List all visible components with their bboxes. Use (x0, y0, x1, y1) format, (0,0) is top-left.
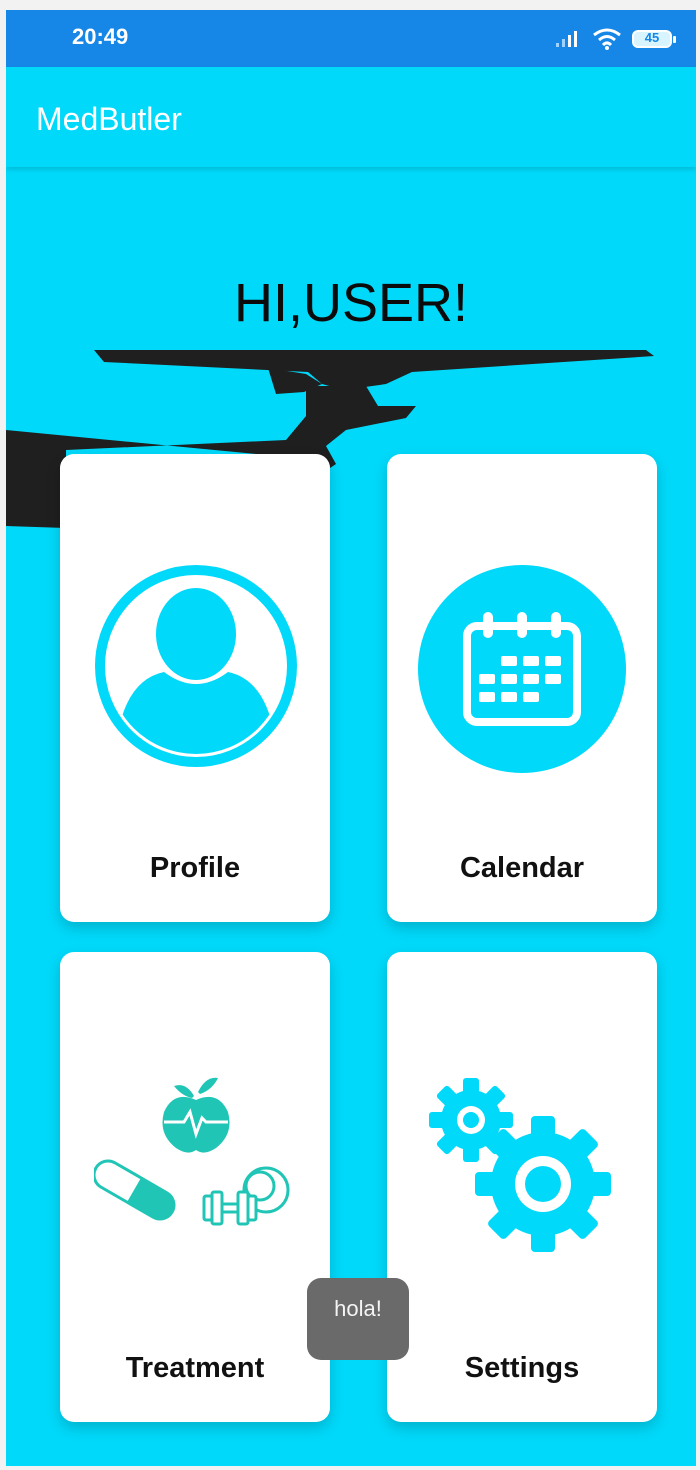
treatment-card[interactable]: Treatment (60, 952, 330, 1422)
profile-label: Profile (149, 852, 241, 884)
settings-label: Settings (464, 1352, 580, 1384)
gears-icon (429, 1078, 611, 1252)
battery-level: 45 (644, 30, 660, 45)
profile-card[interactable]: Profile (60, 454, 330, 922)
calendar-icon (418, 565, 626, 773)
status-time: 20:49 (72, 24, 129, 49)
calendar-card[interactable]: Calendar (387, 454, 657, 922)
status-bar: 20:49 45 (6, 10, 696, 67)
greeting-text: HI,USER! (233, 273, 469, 333)
app-bar: MedButler (6, 67, 696, 167)
treatment-label: Treatment (125, 1352, 265, 1384)
app-title: MedButler (36, 101, 182, 137)
signal-icon (556, 31, 577, 47)
wifi-icon (593, 28, 621, 50)
calendar-label: Calendar (459, 852, 585, 884)
status-icons: 45 (554, 24, 676, 54)
treatment-icon (94, 1077, 290, 1226)
settings-card[interactable]: Settings (387, 952, 657, 1422)
app-screen: 20:49 45 MedButler HI,USER! Profile Cale… (6, 10, 696, 1466)
phone-frame: 20:49 45 MedButler HI,USER! Profile Cale… (0, 0, 700, 1470)
battery-icon: 45 (632, 30, 676, 48)
person-icon (95, 565, 297, 767)
toast-message: hola! (307, 1278, 409, 1360)
